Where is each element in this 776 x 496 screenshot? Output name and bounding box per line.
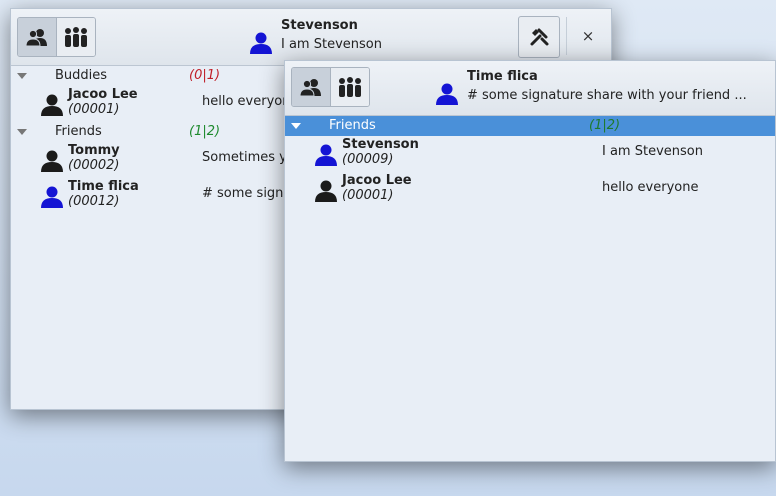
own-profile[interactable]: Time flica # some signature share with y… bbox=[435, 69, 747, 105]
buddy-id: (00012) bbox=[68, 194, 120, 209]
user-avatar-icon bbox=[436, 83, 458, 105]
contacts-icon bbox=[299, 79, 321, 97]
groups-icon bbox=[65, 27, 87, 47]
buddy-signature: hello everyone bbox=[602, 180, 699, 195]
groups-view-button[interactable] bbox=[330, 68, 369, 106]
buddy-name: Jacoo Lee bbox=[342, 173, 412, 188]
close-icon: × bbox=[581, 27, 595, 45]
buddy-name: Tommy bbox=[68, 143, 120, 158]
buddy-name: Stevenson bbox=[342, 137, 419, 152]
chat-main-window-time-flica: Time flica # some signature share with y… bbox=[284, 60, 776, 462]
buddy-id: (00009) bbox=[342, 152, 394, 167]
contacts-view-button[interactable] bbox=[18, 18, 56, 56]
profile-signature[interactable]: # some signature share with your friend … bbox=[467, 88, 747, 103]
wrench-icon bbox=[530, 28, 549, 46]
group-count: (1|2) bbox=[589, 118, 621, 133]
buddy-signature: Sometimes y bbox=[202, 150, 287, 165]
user-avatar-icon bbox=[41, 186, 63, 208]
user-avatar-icon bbox=[41, 94, 63, 116]
groups-view-button[interactable] bbox=[56, 18, 95, 56]
profile-name: Time flica bbox=[467, 69, 538, 84]
main-toolbar: Stevenson I am Stevenson × bbox=[11, 9, 611, 66]
groups-icon bbox=[339, 77, 361, 97]
group-row-friends[interactable]: Friends (1|2) bbox=[285, 116, 775, 136]
group-name: Friends bbox=[55, 124, 102, 139]
buddy-row[interactable]: Jacoo Lee (00001) hello everyone bbox=[285, 172, 775, 208]
group-count: (1|2) bbox=[189, 124, 221, 139]
group-name: Friends bbox=[329, 118, 376, 133]
view-toggle-group bbox=[291, 67, 370, 107]
profile-signature[interactable]: I am Stevenson bbox=[281, 37, 382, 52]
buddy-name: Jacoo Lee bbox=[68, 87, 138, 102]
expand-arrow-icon[interactable] bbox=[291, 123, 301, 129]
buddy-id: (00001) bbox=[342, 188, 394, 203]
buddy-id: (00002) bbox=[68, 158, 120, 173]
view-toggle-group bbox=[17, 17, 96, 57]
close-button[interactable]: × bbox=[566, 17, 609, 55]
buddy-name: Time flica bbox=[68, 179, 139, 194]
own-profile[interactable]: Stevenson I am Stevenson bbox=[249, 18, 382, 54]
group-count: (0|1) bbox=[189, 68, 221, 83]
profile-name: Stevenson bbox=[281, 18, 358, 33]
buddy-id: (00001) bbox=[68, 102, 120, 117]
expand-arrow-icon[interactable] bbox=[17, 129, 27, 135]
contacts-icon bbox=[25, 29, 47, 47]
buddy-signature: # some signa bbox=[202, 186, 292, 201]
user-avatar-icon bbox=[315, 144, 337, 166]
main-toolbar: Time flica # some signature share with y… bbox=[285, 61, 775, 116]
settings-button[interactable] bbox=[518, 16, 560, 58]
expand-arrow-icon[interactable] bbox=[17, 73, 27, 79]
buddy-row[interactable]: Stevenson (00009) I am Stevenson bbox=[285, 136, 775, 172]
buddy-signature: I am Stevenson bbox=[602, 144, 703, 159]
user-avatar-icon bbox=[315, 180, 337, 202]
group-name: Buddies bbox=[55, 68, 108, 83]
user-avatar-icon bbox=[41, 150, 63, 172]
user-avatar-icon bbox=[250, 32, 272, 54]
contacts-view-button[interactable] bbox=[292, 68, 330, 106]
contact-list: Friends (1|2) Stevenson (00009) I am Ste… bbox=[285, 116, 775, 461]
